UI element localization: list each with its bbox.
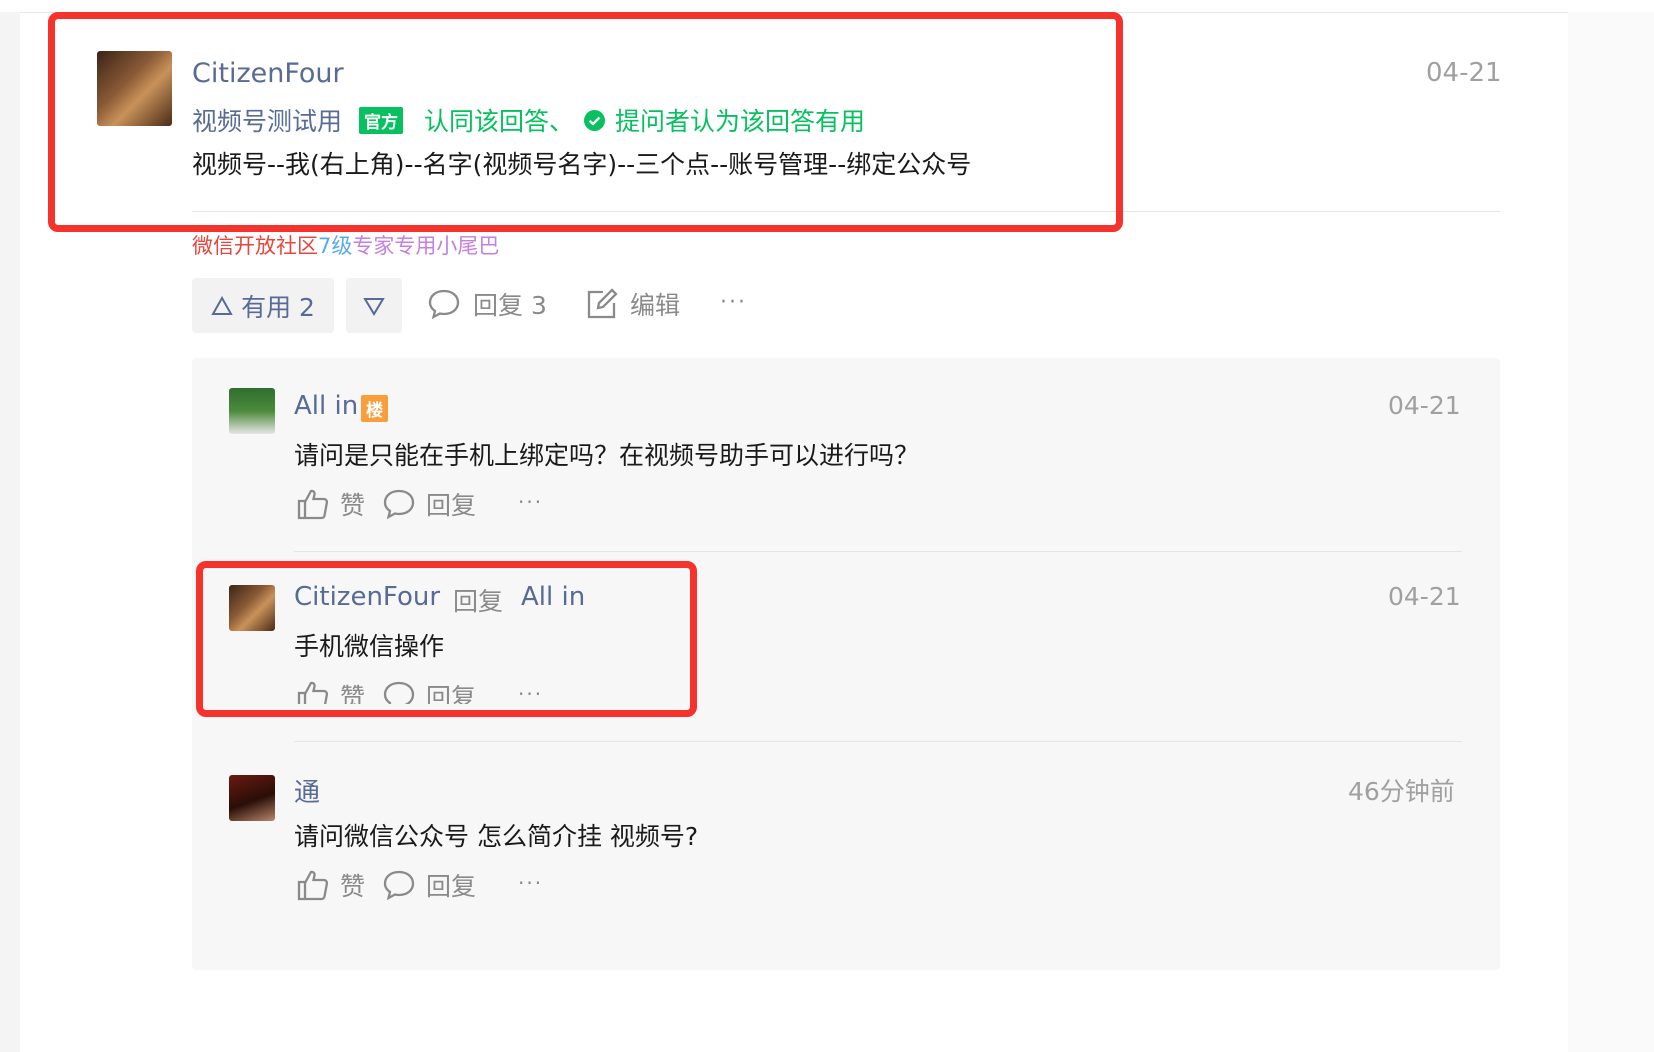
reply-3-reply-button[interactable]: 回复 — [382, 867, 476, 903]
reply-1-reply-label: 回复 — [426, 491, 477, 520]
thumbs-up-icon — [297, 489, 329, 520]
signature-tail: 微信开放社区7级专家专用小尾巴 — [192, 230, 499, 260]
triangle-down-icon — [363, 297, 385, 316]
comment-icon — [383, 870, 415, 901]
reply-3-date: 46分钟前 — [1348, 777, 1455, 806]
signature-part-3: 专家专用小尾巴 — [352, 234, 500, 258]
reply-1-more-button[interactable]: ··· — [518, 490, 543, 514]
reply-1-reply-button[interactable]: 回复 — [382, 486, 476, 522]
edit-label: 编辑 — [630, 291, 681, 320]
reply-divider-1 — [294, 551, 1462, 552]
reply-3-like-label: 赞 — [340, 872, 366, 901]
triangle-up-icon — [211, 295, 233, 315]
answer-more-button[interactable]: ··· — [720, 290, 747, 315]
reply-3-more-button[interactable]: ··· — [518, 871, 543, 895]
left-gutter — [0, 12, 20, 1052]
reply-3-avatar[interactable] — [229, 775, 275, 821]
reply-2-date: 04-21 — [1388, 582, 1461, 611]
thumbs-up-icon — [297, 870, 329, 901]
reply-divider-2 — [294, 741, 1462, 742]
reply-1-like-button[interactable]: 赞 — [296, 486, 365, 522]
comment-icon — [383, 489, 415, 520]
useful-button[interactable]: 有用 2 — [192, 278, 334, 333]
answer-date: 04-21 — [1426, 58, 1502, 88]
reply-3-reply-label: 回复 — [426, 872, 477, 901]
floor-badge: 楼 — [361, 395, 388, 422]
reply-3-content: 请问微信公众号 怎么简介挂 视频号? — [294, 822, 699, 851]
signature-part-1: 微信开放社区 — [192, 234, 318, 258]
reply-count-label: 回复 3 — [473, 291, 547, 320]
reply-1-avatar[interactable] — [229, 388, 275, 434]
reply-1-date: 04-21 — [1388, 391, 1461, 420]
highlight-box-reply — [196, 561, 697, 717]
not-useful-button[interactable] — [346, 278, 402, 333]
reply-1-author[interactable]: All in — [294, 391, 358, 421]
reply-1-content: 请问是只能在手机上绑定吗？在视频号助手可以进行吗？ — [294, 441, 920, 470]
signature-part-2: 7级 — [318, 234, 353, 258]
useful-label: 有用 2 — [241, 292, 315, 322]
highlight-box-answer — [48, 12, 1123, 232]
reply-1-like-label: 赞 — [340, 491, 366, 520]
right-gutter — [1568, 12, 1654, 1052]
reply-3-like-button[interactable]: 赞 — [296, 867, 365, 903]
reply-3-author[interactable]: 通 — [294, 772, 320, 809]
comment-icon — [428, 289, 460, 320]
reply-count-button[interactable]: 回复 3 — [427, 286, 547, 322]
edit-icon — [587, 287, 618, 318]
edit-button[interactable]: 编辑 — [585, 286, 680, 322]
